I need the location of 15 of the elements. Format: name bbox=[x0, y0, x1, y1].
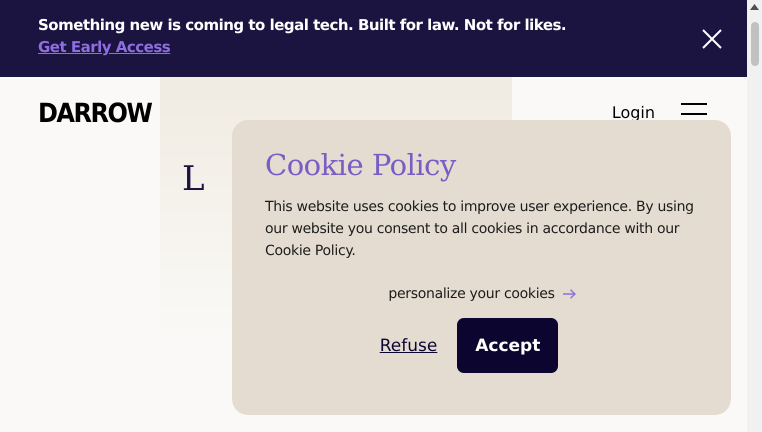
personalize-link[interactable]: personalize your cookies bbox=[388, 286, 576, 302]
accept-button[interactable]: Accept bbox=[457, 318, 558, 373]
early-access-link[interactable]: Get Early Access bbox=[38, 38, 170, 56]
close-icon[interactable] bbox=[701, 28, 723, 50]
dialog-title: Cookie Policy bbox=[265, 148, 458, 182]
arrow-icon bbox=[562, 289, 576, 299]
scrollbar[interactable] bbox=[747, 0, 762, 432]
logo[interactable]: DARROW bbox=[38, 98, 160, 128]
dialog-text: This website uses cookies to improve user experience. By using our website you consent to all cookies in accordance with our Cookie Policy. bbox=[265, 198, 695, 261]
announcement-text: Something new is coming to legal tech. Built for law. Not for likes. Get Early Access bbox=[38, 15, 568, 58]
scroll-up-icon[interactable] bbox=[750, 4, 759, 10]
scrollbar-thumb[interactable] bbox=[750, 22, 758, 66]
login-link[interactable]: Login bbox=[612, 103, 655, 123]
hero-heading: L bbox=[182, 159, 205, 199]
refuse-button[interactable]: Refuse bbox=[380, 336, 438, 356]
